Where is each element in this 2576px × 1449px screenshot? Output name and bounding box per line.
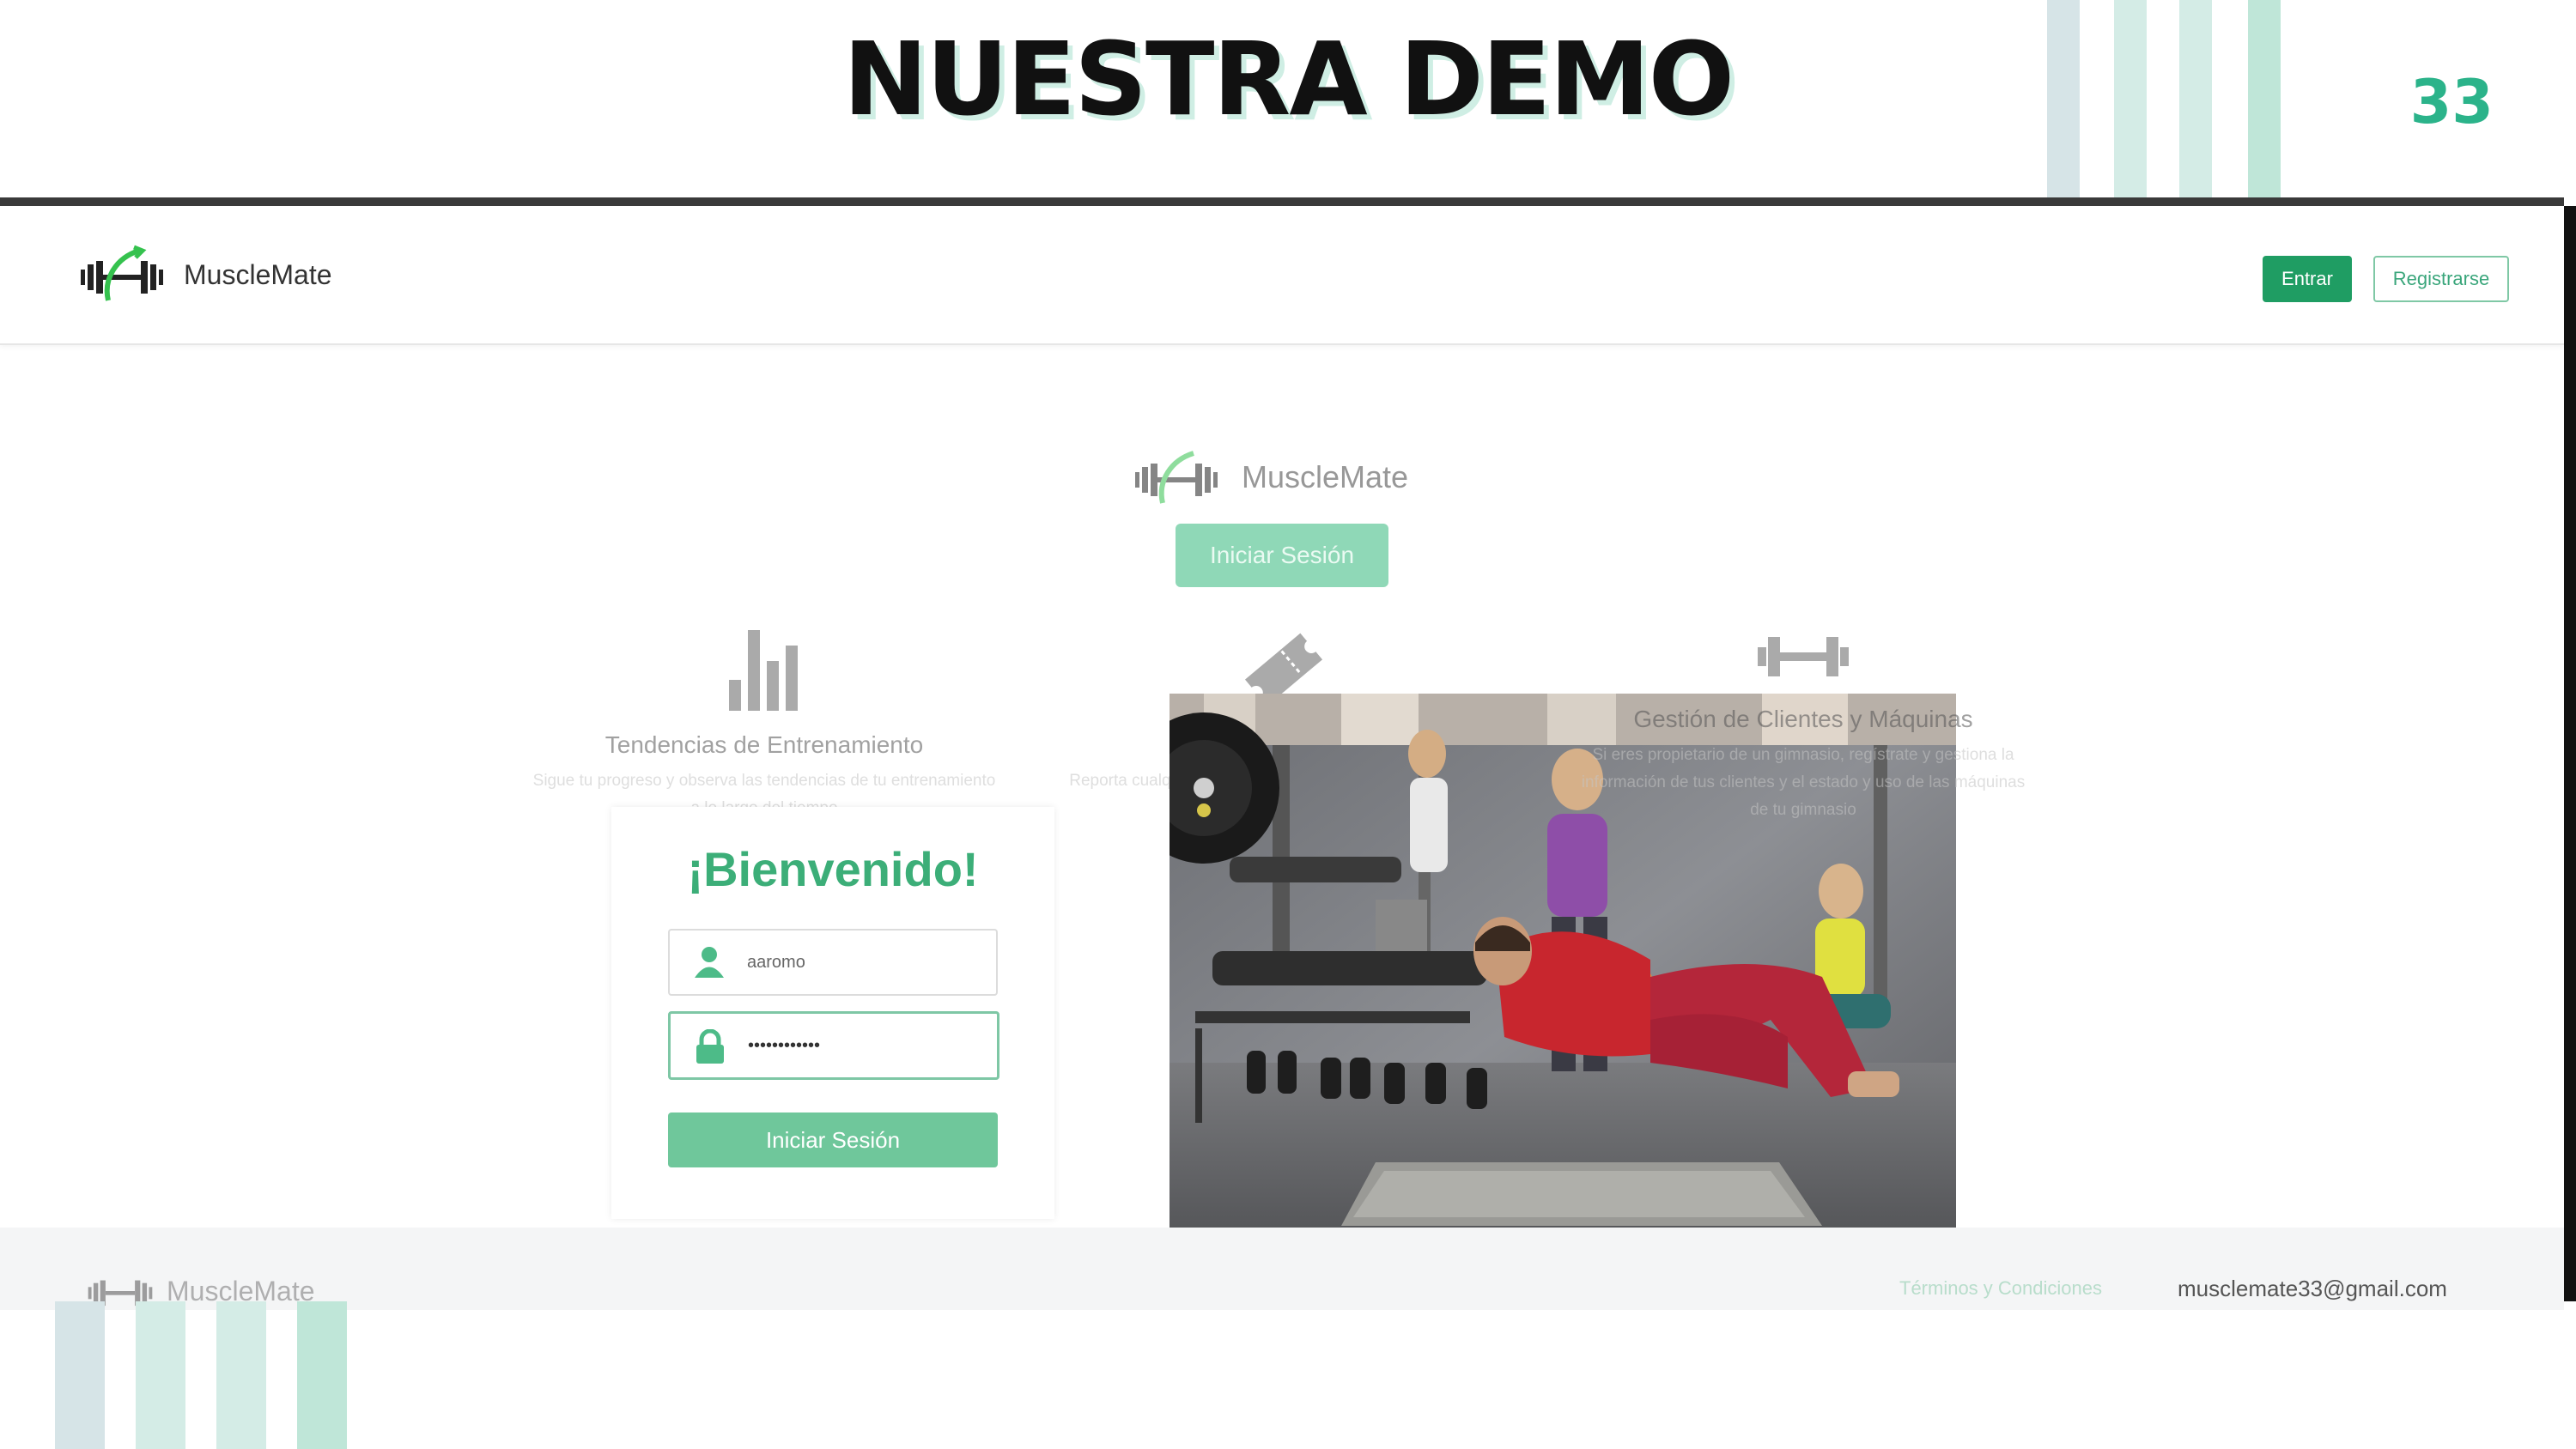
welcome-title: ¡Bienvenido!: [687, 842, 979, 896]
app-navbar: MuscleMate Entrar Registrarse: [0, 206, 2564, 345]
slide-number: 33: [2409, 67, 2494, 137]
feature-description: Si eres propietario de un gimnasio, regí…: [1581, 746, 2026, 819]
password-field[interactable]: [668, 1011, 999, 1080]
bar-chart-icon: [729, 630, 798, 711]
contact-email[interactable]: musclemate33@gmail.com: [2178, 1276, 2447, 1302]
feature-trends: Tendencias de Entrenamiento Sigue tu pro…: [532, 627, 996, 822]
username-field[interactable]: [668, 929, 998, 996]
lock-icon: [696, 1029, 724, 1064]
footer-brand: MuscleMate: [86, 1267, 315, 1310]
entrar-button[interactable]: Entrar: [2263, 256, 2352, 302]
registrarse-button[interactable]: Registrarse: [2373, 256, 2509, 302]
login-card: ¡Bienvenido! Iniciar Sesión: [611, 807, 1054, 1219]
musclemate-logo-icon: [81, 245, 163, 301]
username-input[interactable]: [745, 946, 981, 979]
login-submit-button[interactable]: Iniciar Sesión: [668, 1113, 998, 1167]
brand-name: MuscleMate: [184, 258, 332, 290]
dumbbell-icon: [1758, 637, 1849, 676]
musclemate-logo-icon: [1135, 451, 1218, 504]
feature-title: Tendencias de Entrenamiento: [605, 731, 924, 758]
terms-link[interactable]: Términos y Condiciones: [1899, 1277, 2102, 1300]
app-screenshot: MuscleMate Entrar Registrarse MuscleMate…: [0, 197, 2564, 1310]
screen-edge: [2564, 206, 2576, 1301]
hero-brand-name: MuscleMate: [1242, 459, 1409, 494]
brand[interactable]: MuscleMate: [79, 244, 332, 306]
app-footer: MuscleMate Términos y Condiciones muscle…: [0, 1228, 2564, 1310]
password-input[interactable]: [746, 1029, 981, 1062]
user-icon: [695, 947, 724, 978]
feature-title: Gestión de Clientes y Máquinas: [1633, 706, 1973, 732]
feature-management: Gestión de Clientes y Máquinas Si eres p…: [1580, 627, 2026, 824]
hero-login-button[interactable]: Iniciar Sesión: [1176, 524, 1388, 587]
hero-brand: MuscleMate: [1133, 446, 1408, 508]
